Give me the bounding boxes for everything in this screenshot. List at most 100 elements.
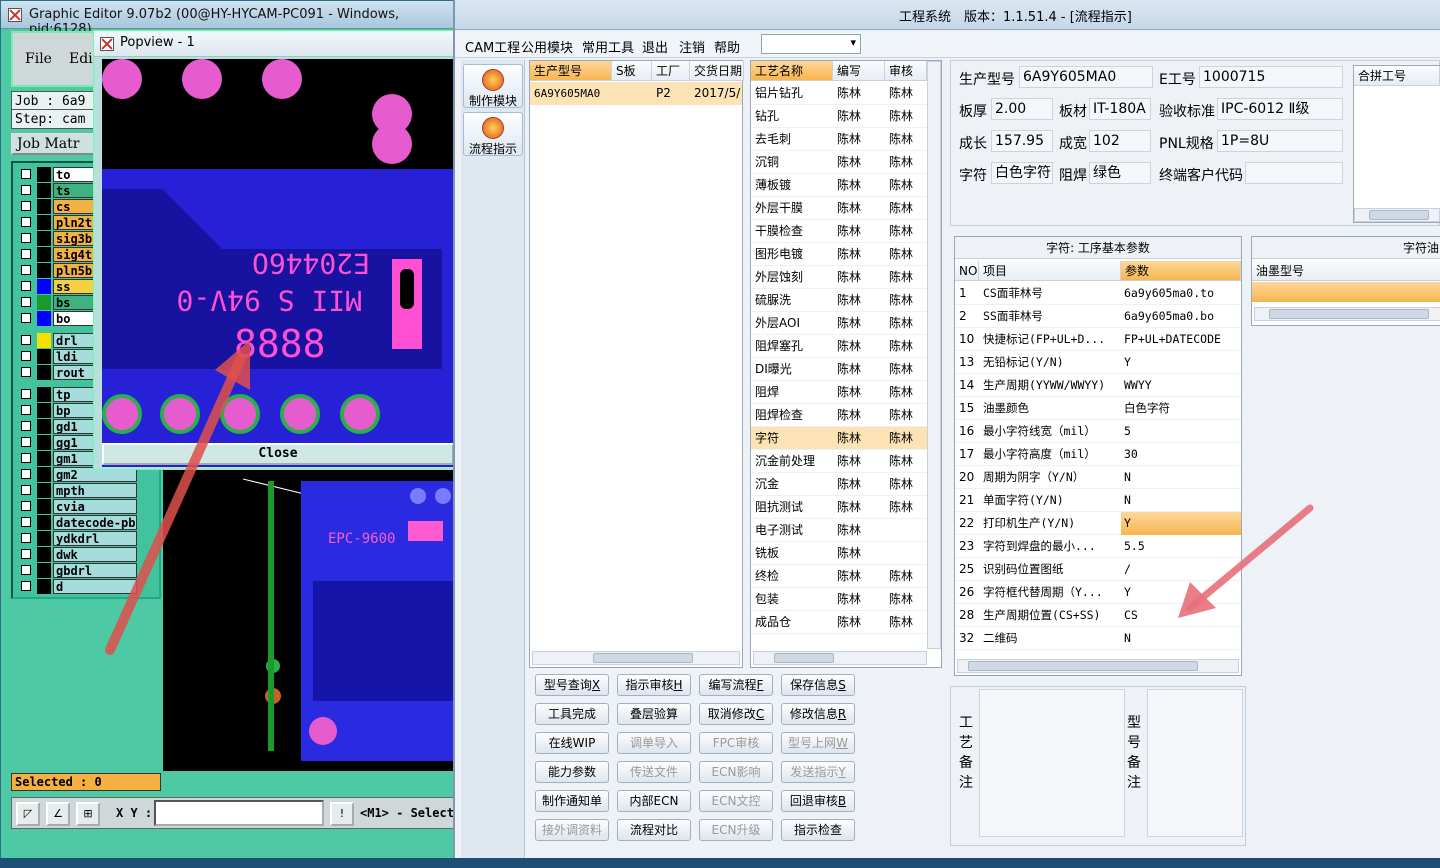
orders-hscroll[interactable] [532, 651, 740, 665]
param-value[interactable]: N [1121, 466, 1241, 489]
process-row[interactable]: 电子测试 陈林 [751, 519, 927, 542]
customer-field[interactable] [1245, 162, 1343, 184]
action-button[interactable]: 发送指示Y [781, 761, 855, 783]
params-row[interactable]: 16 最小字符线宽（mil） 5 [955, 420, 1241, 443]
action-button[interactable]: 回退审核B [781, 790, 855, 812]
action-button[interactable]: 指示审核H [617, 674, 691, 696]
action-button[interactable]: 制作通知单 [535, 790, 609, 812]
process-row[interactable]: 阻焊 陈林 陈林 [751, 381, 927, 404]
process-row[interactable]: 沉金 陈林 陈林 [751, 473, 927, 496]
menu-cam[interactable]: CAM工程 [465, 37, 520, 56]
menu-tools[interactable]: 常用工具 [582, 37, 634, 56]
layer-color-swatch[interactable] [37, 403, 51, 418]
param-value[interactable]: FP+UL+DATECODE [1121, 328, 1241, 351]
process-row[interactable]: 图形电镀 陈林 陈林 [751, 243, 927, 266]
layer-color-swatch[interactable] [37, 311, 51, 326]
action-button[interactable]: 工具完成 [535, 703, 609, 725]
layer-checkbox[interactable] [21, 565, 31, 575]
layer-checkbox[interactable] [21, 501, 31, 511]
layer-checkbox[interactable] [21, 351, 31, 361]
menu-exit[interactable]: 退出 [642, 37, 668, 56]
params-row[interactable]: 13 无铅标记(Y/N) Y [955, 351, 1241, 374]
mask-field[interactable]: 绿色 [1089, 162, 1151, 184]
width-field[interactable]: 102 [1089, 130, 1151, 152]
action-button[interactable]: 指示检查 [781, 819, 855, 841]
process-row[interactable]: 沉金前处理 陈林 陈林 [751, 450, 927, 473]
action-button[interactable]: 传送文件 [617, 761, 691, 783]
ink-row[interactable] [1252, 282, 1440, 302]
orders-header-model[interactable]: 生产型号 [530, 61, 612, 81]
action-button[interactable]: 调单导入 [617, 732, 691, 754]
menu-public[interactable]: 公用模块 [521, 37, 573, 56]
layer-checkbox[interactable] [21, 313, 31, 323]
process-row[interactable]: DI曝光 陈林 陈林 [751, 358, 927, 381]
process-row[interactable]: 钻孔 陈林 陈林 [751, 105, 927, 128]
layer-color-swatch[interactable] [37, 419, 51, 434]
param-value[interactable]: 30 [1121, 443, 1241, 466]
length-field[interactable]: 157.95 [991, 130, 1053, 152]
layer-checkbox[interactable] [21, 533, 31, 543]
graphic-editor-titlebar[interactable]: Graphic Editor 9.07b2 (00@HY-HYCAM-PC091… [1, 1, 461, 37]
layer-color-swatch[interactable] [37, 515, 51, 530]
layer-checkbox[interactable] [21, 517, 31, 527]
action-button[interactable]: 内部ECN [617, 790, 691, 812]
process-row[interactable]: 字符 陈林 陈林 [751, 427, 927, 450]
angle-icon[interactable]: ∠ [46, 802, 70, 826]
layer-color-swatch[interactable] [37, 279, 51, 294]
layer-color-swatch[interactable] [37, 579, 51, 594]
action-button[interactable]: 保存信息S [781, 674, 855, 696]
action-button[interactable]: 型号上网W [781, 732, 855, 754]
layer-color-swatch[interactable] [37, 263, 51, 278]
layer-color-swatch[interactable] [37, 247, 51, 262]
param-value[interactable]: 白色字符 [1121, 397, 1241, 420]
action-button[interactable]: 在线WIP [535, 732, 609, 754]
process-vscroll[interactable] [927, 61, 941, 649]
process-row[interactable]: 沉铜 陈林 陈林 [751, 151, 927, 174]
params-row[interactable]: 15 油墨颜色 白色字符 [955, 397, 1241, 420]
layer-checkbox[interactable] [21, 437, 31, 447]
layer-checkbox[interactable] [21, 549, 31, 559]
orders-row[interactable]: 6A9Y605MA0 P2 2017/5/ [530, 82, 742, 105]
params-hscroll[interactable] [957, 659, 1239, 673]
snap-icon[interactable]: ◸ [16, 802, 40, 826]
param-value[interactable]: 6a9y605ma0.bo [1121, 305, 1241, 328]
scroll-thumb[interactable] [774, 653, 834, 663]
action-button[interactable]: 修改信息R [781, 703, 855, 725]
params-row[interactable]: 17 最小字符高度（mil） 30 [955, 443, 1241, 466]
layer-checkbox[interactable] [21, 249, 31, 259]
process-row[interactable]: 外层干膜 陈林 陈林 [751, 197, 927, 220]
layer-checkbox[interactable] [21, 485, 31, 495]
process-row[interactable]: 硫脲洗 陈林 陈林 [751, 289, 927, 312]
process-hscroll[interactable] [753, 651, 927, 665]
layer-color-swatch[interactable] [37, 435, 51, 450]
layer-checkbox[interactable] [21, 169, 31, 179]
layer-color-swatch[interactable] [37, 563, 51, 578]
process-row[interactable]: 包装 陈林 陈林 [751, 588, 927, 611]
layer-checkbox[interactable] [21, 217, 31, 227]
layer-checkbox[interactable] [21, 405, 31, 415]
layer-color-swatch[interactable] [37, 199, 51, 214]
param-value[interactable]: 5 [1121, 420, 1241, 443]
pnl-field[interactable]: 1P=8U [1217, 130, 1343, 152]
module-combo[interactable] [761, 34, 861, 54]
layer-checkbox[interactable] [21, 421, 31, 431]
process-header-writer[interactable]: 编写 [833, 61, 885, 81]
material-field[interactable]: IT-180A [1089, 98, 1151, 120]
process-row[interactable]: 外层AOI 陈林 陈林 [751, 312, 927, 335]
orders-header-factory[interactable]: 工厂 [652, 61, 690, 81]
layer-checkbox[interactable] [21, 367, 31, 377]
process-row[interactable]: 铝片钻孔 陈林 陈林 [751, 82, 927, 105]
main-titlebar[interactable]: 工程系统 版本：1.1.51.4 - [流程指示] [455, 0, 1440, 30]
action-button[interactable]: ECN升级 [699, 819, 773, 841]
params-row[interactable]: 1 CS面菲林号 6a9y605ma0.to [955, 282, 1241, 305]
process-row[interactable]: 干膜检查 陈林 陈林 [751, 220, 927, 243]
char-field[interactable]: 白色字符 [991, 162, 1053, 184]
popview-titlebar[interactable]: Popview - 1 [94, 31, 460, 57]
make-module-button[interactable]: 制作模块 [463, 64, 523, 108]
layer-color-swatch[interactable] [37, 333, 51, 348]
standard-field[interactable]: IPC-6012 Ⅱ级 [1217, 98, 1343, 120]
job-matrix-button[interactable]: Job Matr [11, 133, 103, 155]
layer-color-swatch[interactable] [37, 349, 51, 364]
action-button[interactable]: ECN文控 [699, 790, 773, 812]
process-row[interactable]: 去毛刺 陈林 陈林 [751, 128, 927, 151]
